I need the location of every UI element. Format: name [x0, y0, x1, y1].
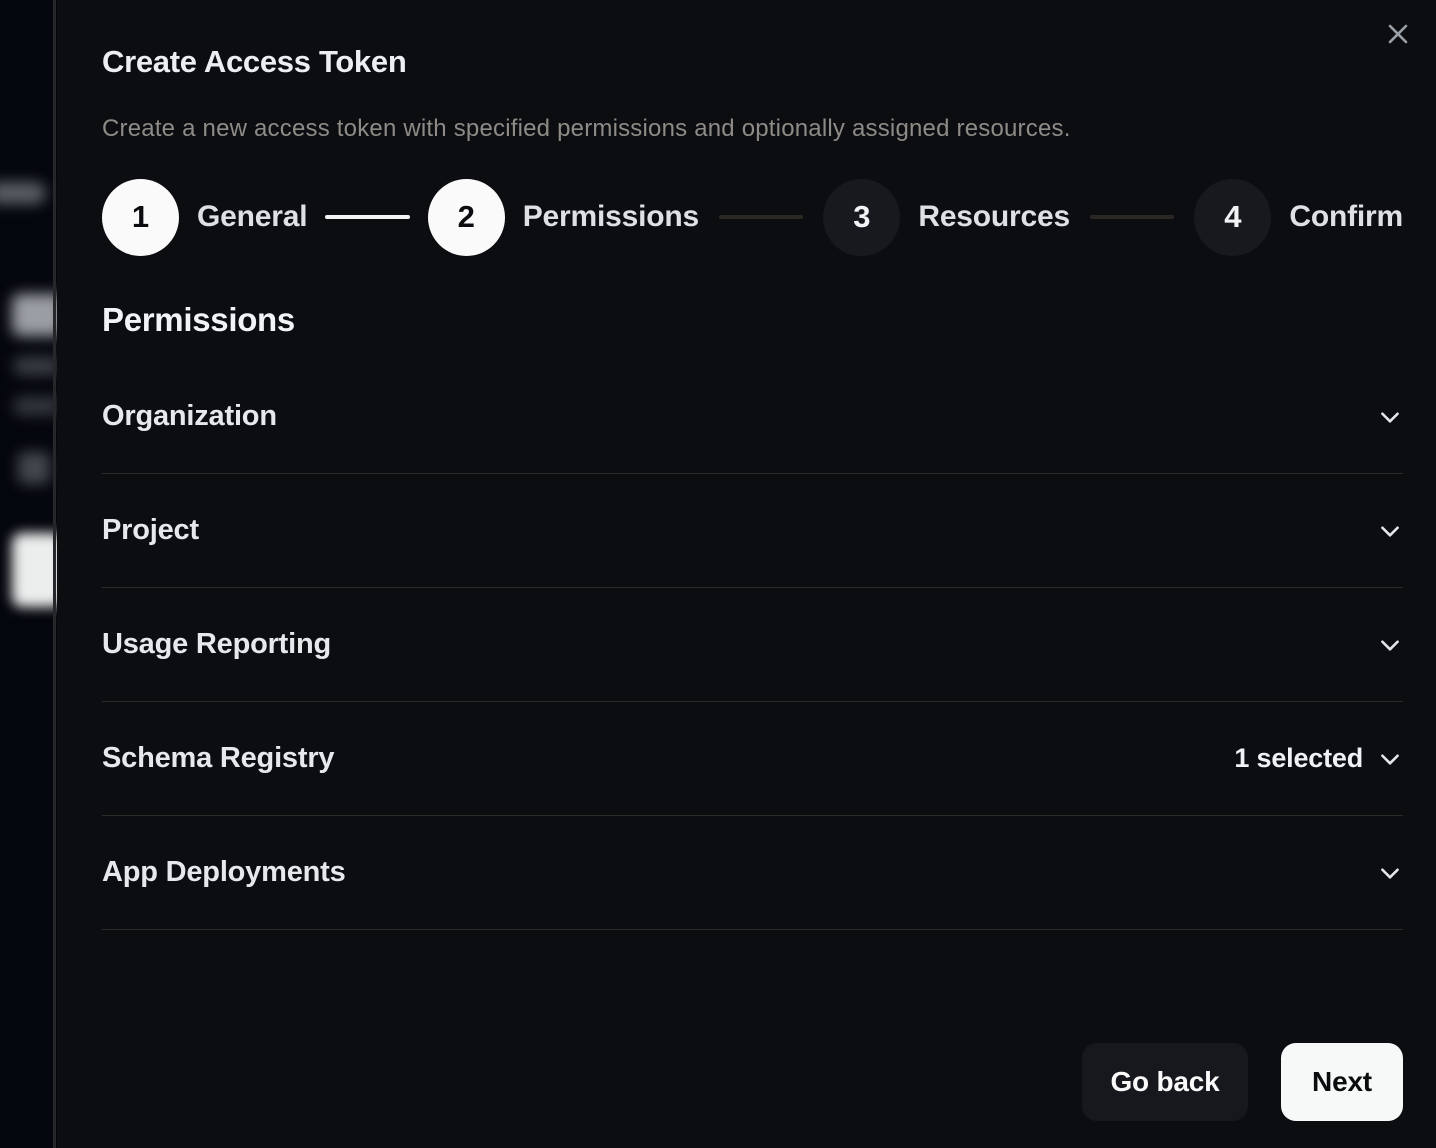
- next-button[interactable]: Next: [1281, 1043, 1403, 1121]
- accordion-row-usage-reporting[interactable]: Usage Reporting: [102, 588, 1403, 702]
- step-number-circle: 2: [428, 179, 505, 256]
- page-title: Permissions: [102, 300, 1403, 340]
- accordion-label: Schema Registry: [102, 742, 334, 775]
- accordion-row-project[interactable]: Project: [102, 474, 1403, 588]
- step-permissions[interactable]: 2 Permissions: [428, 179, 699, 256]
- accordion-label: Usage Reporting: [102, 628, 331, 661]
- page-edge-divider: [53, 0, 56, 1148]
- step-number-circle: 4: [1194, 179, 1271, 256]
- accordion-row-app-deployments[interactable]: App Deployments: [102, 816, 1403, 930]
- step-label: General: [197, 200, 307, 234]
- step-confirm[interactable]: 4 Confirm: [1194, 179, 1403, 256]
- modal-subtitle: Create a new access token with specified…: [102, 114, 1403, 144]
- permissions-accordion: Organization Project Usage Reporting: [102, 360, 1403, 930]
- accordion-label: Project: [102, 514, 199, 547]
- accordion-label: App Deployments: [102, 856, 346, 889]
- step-number-circle: 1: [102, 179, 179, 256]
- step-resources[interactable]: 3 Resources: [823, 179, 1070, 256]
- background-blur-content: [0, 182, 46, 204]
- accordion-label: Organization: [102, 400, 277, 433]
- chevron-down-icon: [1377, 518, 1403, 544]
- modal-footer: Go back Next: [102, 1043, 1403, 1121]
- chevron-down-icon: [1377, 746, 1403, 772]
- wizard-stepper: 1 General 2 Permissions 3 Resources 4 Co…: [102, 178, 1403, 256]
- go-back-button[interactable]: Go back: [1082, 1043, 1248, 1121]
- accordion-row-schema-registry[interactable]: Schema Registry 1 selected: [102, 702, 1403, 816]
- step-label: Confirm: [1289, 200, 1403, 234]
- step-label: Permissions: [523, 200, 699, 234]
- step-connector-complete: [325, 215, 409, 219]
- selection-count-badge: 1 selected: [1234, 743, 1363, 774]
- step-connector: [719, 215, 803, 219]
- x-close-icon: [1386, 22, 1410, 46]
- accordion-row-organization[interactable]: Organization: [102, 360, 1403, 474]
- step-connector: [1090, 215, 1174, 219]
- create-access-token-modal: Create Access Token Create a new access …: [57, 0, 1436, 1148]
- step-label: Resources: [918, 200, 1070, 234]
- close-button[interactable]: [1378, 14, 1418, 54]
- chevron-down-icon: [1377, 632, 1403, 658]
- step-general[interactable]: 1 General: [102, 179, 307, 256]
- chevron-down-icon: [1377, 860, 1403, 886]
- step-number-circle: 3: [823, 179, 900, 256]
- modal-title: Create Access Token: [102, 44, 1403, 80]
- background-blur-content: [18, 452, 50, 484]
- chevron-down-icon: [1377, 404, 1403, 430]
